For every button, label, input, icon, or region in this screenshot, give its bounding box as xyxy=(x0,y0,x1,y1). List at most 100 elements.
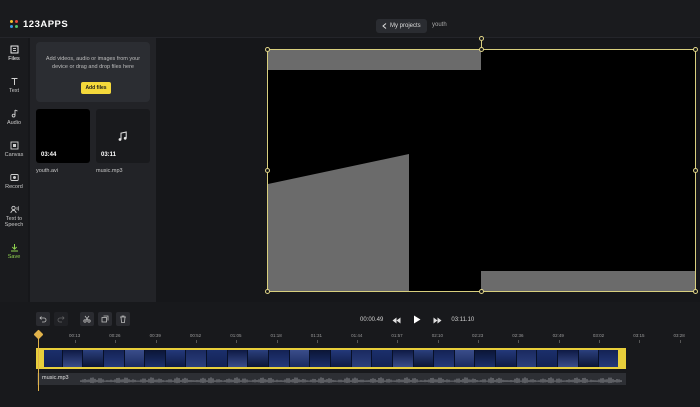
clip-frame xyxy=(351,350,373,367)
ruler-tick xyxy=(478,340,479,343)
sidebar-item-label: Text to Speech xyxy=(4,216,24,228)
ruler-label: 02:10 xyxy=(431,333,443,338)
sidebar-item-canvas[interactable]: Canvas xyxy=(0,140,28,158)
ruler-label: 00:39 xyxy=(149,333,161,338)
ruler-tick xyxy=(357,340,359,343)
ruler-tick xyxy=(639,340,641,343)
resize-handle[interactable] xyxy=(479,47,484,52)
ruler-tick xyxy=(679,340,681,343)
clip-frame xyxy=(537,350,559,367)
drop-hint: Add videos, audio or images from your de… xyxy=(45,56,141,70)
clip-frame xyxy=(269,350,290,367)
total-time: 03:11.10 xyxy=(451,317,475,323)
resize-handle[interactable] xyxy=(693,47,698,52)
sidebar-item-files[interactable]: Files xyxy=(0,44,28,62)
rewind-button[interactable] xyxy=(392,311,401,329)
music-note-icon xyxy=(9,108,19,118)
media-duration: 03:11 xyxy=(101,152,117,158)
clip-frame xyxy=(186,350,208,367)
rewind-icon xyxy=(392,317,401,324)
current-time: 00:00.49 xyxy=(360,317,384,323)
clip-frame xyxy=(434,350,455,367)
sidebar-item-record[interactable]: Record xyxy=(0,172,28,190)
ruler-label: 01:57 xyxy=(391,333,403,338)
media-thumbnail-audio[interactable]: 03:11 xyxy=(96,109,150,163)
ruler-label: 01:18 xyxy=(270,333,282,338)
sidebar-item-label: Record xyxy=(5,184,23,190)
resize-handle[interactable] xyxy=(265,168,270,173)
audio-track-clip[interactable]: music.mp3 xyxy=(37,373,626,385)
clip-frame xyxy=(124,350,146,367)
time-ruler[interactable]: 00:13 00:26 00:39 00:52 01:05 01:18 01:31 01:44… xyxy=(0,302,700,346)
resize-handle[interactable] xyxy=(479,289,484,294)
resize-handle[interactable] xyxy=(265,289,270,294)
playhead[interactable] xyxy=(38,333,39,391)
ruler-tick xyxy=(437,340,439,343)
clip-frame xyxy=(103,350,125,367)
media-thumbnail-video[interactable]: 03:44 xyxy=(36,109,90,163)
add-files-button[interactable]: Add files xyxy=(81,82,111,94)
sidebar-item-label: Save xyxy=(7,254,21,260)
clip-frame xyxy=(392,350,414,367)
selection-frame[interactable] xyxy=(267,49,696,292)
sidebar-item-text[interactable]: Text xyxy=(0,76,28,94)
ruler-label: 03:02 xyxy=(592,333,605,338)
folder-icon xyxy=(9,44,19,54)
project-name[interactable]: youth xyxy=(432,22,447,28)
logo-icon xyxy=(10,20,19,29)
fast-forward-icon xyxy=(433,317,442,324)
video-track-clip[interactable] xyxy=(36,348,626,369)
sidebar-item-save[interactable]: Save xyxy=(0,242,28,260)
clip-frame xyxy=(578,350,600,367)
resize-handle[interactable] xyxy=(693,289,698,294)
clip-frame xyxy=(599,350,620,367)
ruler-label: 03:15 xyxy=(633,333,645,338)
media-name: youth.avi xyxy=(36,168,59,174)
tool-sidebar: Files Text Audio Canvas Record Text to S… xyxy=(0,38,28,302)
ruler-tick xyxy=(598,340,600,343)
fast-forward-button[interactable] xyxy=(433,311,442,329)
text-icon xyxy=(9,76,19,86)
sidebar-item-label: Text xyxy=(8,88,20,94)
ruler-label: 02:36 xyxy=(512,333,524,338)
logo-text: 123APPS xyxy=(23,19,69,30)
playback-controls: 00:00.49 03:11.10 xyxy=(360,313,474,327)
ruler-label: 02:49 xyxy=(552,333,564,338)
ruler-tick xyxy=(518,340,520,343)
drop-zone[interactable]: Add videos, audio or images from your de… xyxy=(36,42,150,102)
clip-thumbnails xyxy=(42,350,620,367)
record-icon xyxy=(9,172,19,182)
play-button[interactable] xyxy=(413,311,421,329)
clip-frame xyxy=(289,350,311,367)
clip-frame xyxy=(83,350,104,367)
clip-frame xyxy=(62,350,84,367)
sidebar-item-text-to-speech[interactable]: Text to Speech xyxy=(0,204,28,228)
ruler-label: 01:44 xyxy=(351,333,363,338)
files-panel: Add videos, audio or images from your de… xyxy=(30,38,156,302)
music-note-icon xyxy=(117,129,128,147)
clip-frame xyxy=(165,350,187,367)
ruler-tick xyxy=(236,340,238,343)
clip-frame xyxy=(558,350,579,367)
resize-handle[interactable] xyxy=(265,47,270,52)
ruler-tick xyxy=(155,340,157,343)
sidebar-item-audio[interactable]: Audio xyxy=(0,108,28,126)
resize-handle[interactable] xyxy=(693,168,698,173)
ruler-tick xyxy=(276,340,278,343)
ruler-tick xyxy=(75,340,76,343)
speech-icon xyxy=(9,204,19,214)
my-projects-button[interactable]: My projects xyxy=(376,19,427,33)
chevron-left-icon xyxy=(382,23,387,29)
trim-handle-right[interactable] xyxy=(618,350,624,367)
ruler-tick xyxy=(397,340,399,343)
clip-frame xyxy=(207,350,228,367)
logo[interactable]: 123APPS xyxy=(10,19,68,30)
my-projects-label: My projects xyxy=(390,23,421,29)
media-name: music.mp3 xyxy=(96,168,123,174)
clip-frame xyxy=(496,350,517,367)
ruler-label: 01:31 xyxy=(310,333,323,338)
download-icon xyxy=(9,242,19,252)
ruler-label: 00:52 xyxy=(189,333,202,338)
clip-frame xyxy=(248,350,270,367)
clip-frame xyxy=(413,350,435,367)
